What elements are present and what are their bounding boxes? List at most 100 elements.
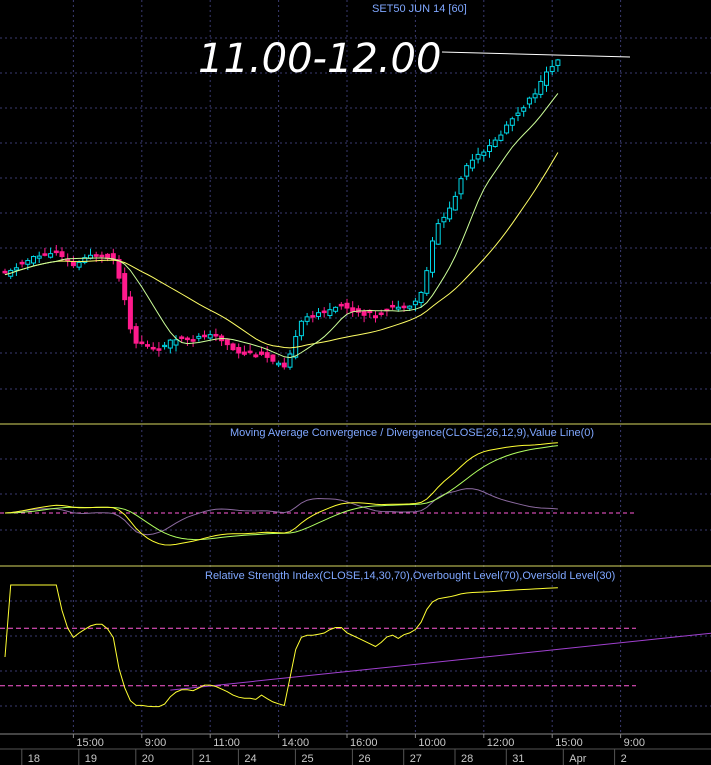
candle-body: [401, 305, 407, 309]
symbol-title: SET50 JUN 14 [60]: [372, 3, 467, 15]
candle-body: [555, 59, 561, 66]
candle: [127, 291, 133, 334]
date-tick-label: 24: [244, 753, 256, 765]
candle-body: [361, 310, 367, 316]
candle: [116, 255, 122, 282]
rsi-panel-label: Relative Strength Index(CLOSE,14,30,70),…: [205, 570, 615, 582]
candle-body: [116, 259, 122, 279]
candle-body: [224, 339, 230, 346]
candle-body: [435, 223, 441, 245]
date-tick-label: 21: [199, 753, 211, 765]
date-tick-label: 20: [142, 753, 154, 765]
candle-body: [259, 351, 264, 355]
candle-body: [532, 93, 538, 99]
candle-body: [504, 124, 510, 134]
time-tick-label: 9:00: [624, 737, 645, 749]
date-tick-label: 27: [410, 753, 422, 765]
candle-body: [13, 267, 19, 271]
time-tick-label: 9:00: [145, 737, 166, 749]
date-tick-label: Apr: [569, 753, 586, 765]
candle-body: [549, 66, 555, 72]
candle-body: [526, 97, 532, 105]
candle-body: [327, 309, 333, 317]
date-tick-label: 28: [461, 753, 473, 765]
candle-body: [184, 337, 190, 341]
candle-body: [321, 310, 327, 314]
candle-body: [173, 339, 179, 346]
time-tick-label: 14:00: [282, 737, 310, 749]
candle-body: [230, 343, 236, 351]
time-tick-label: 10:00: [418, 737, 446, 749]
candle-body: [464, 165, 470, 177]
candle-body: [196, 335, 202, 339]
date-tick-label: 31: [512, 753, 524, 765]
candle-body: [276, 362, 282, 366]
candle-body: [19, 261, 25, 265]
candle-body: [310, 315, 316, 318]
candle-body: [344, 302, 350, 309]
candle-body: [395, 306, 401, 310]
candle-body: [59, 251, 65, 258]
candle-body: [521, 107, 527, 112]
candle-body: [270, 354, 276, 362]
date-tick-label: 2: [621, 753, 627, 765]
candle-body: [458, 178, 464, 195]
candle-body: [53, 250, 59, 254]
candle-body: [350, 307, 356, 312]
candle-body: [469, 159, 475, 169]
candle-body: [150, 346, 156, 350]
candle-body: [31, 256, 36, 264]
chart-background: [0, 0, 711, 765]
candle-body: [122, 273, 128, 301]
candle-body: [498, 134, 504, 141]
candle-body: [36, 255, 42, 259]
candle: [430, 236, 435, 278]
candle-body: [139, 341, 145, 345]
candle-body: [515, 112, 521, 116]
candle-body: [544, 71, 549, 86]
candle-body: [304, 316, 310, 322]
time-tick-label: 16:00: [350, 737, 378, 749]
time-tick-label: 15:00: [555, 737, 583, 749]
candle: [122, 267, 128, 306]
candle-body: [441, 216, 447, 223]
candle-body: [407, 305, 413, 309]
candle-body: [373, 315, 378, 319]
candle-body: [487, 145, 492, 152]
date-tick-label: 18: [28, 753, 40, 765]
candle-body: [202, 334, 207, 338]
candle-body: [48, 253, 54, 258]
candle-body: [378, 312, 384, 316]
candle-body: [287, 353, 293, 368]
candle-body: [133, 326, 139, 344]
candle-body: [76, 261, 82, 268]
candle-body: [42, 253, 48, 256]
candle-body: [190, 339, 196, 342]
candle-body: [481, 151, 487, 156]
annotation-text: 11.00-12.00: [198, 36, 441, 82]
candle-body: [25, 260, 31, 265]
candle-body: [241, 351, 247, 355]
candle-body: [162, 344, 168, 348]
candle-body: [167, 339, 173, 349]
candle-body: [264, 352, 270, 358]
chart-canvas[interactable]: SET50 JUN 14 [60] 11.00-12.00 Moving Ave…: [0, 0, 711, 765]
candle-body: [509, 118, 515, 126]
candle-body: [418, 291, 424, 304]
candle-body: [475, 153, 481, 160]
time-tick-label: 12:00: [487, 737, 515, 749]
candle-body: [298, 320, 304, 337]
candle-body: [447, 207, 453, 220]
candle-body: [316, 312, 321, 317]
date-tick-label: 26: [358, 753, 370, 765]
candle-body: [452, 195, 458, 211]
candle: [230, 342, 236, 351]
candle-body: [156, 348, 162, 351]
candle-body: [333, 306, 339, 312]
candle-body: [179, 336, 185, 339]
date-tick-label: 19: [85, 753, 97, 765]
time-tick-label: 15:00: [76, 737, 104, 749]
candle-body: [213, 333, 219, 337]
candle-body: [281, 362, 287, 368]
candle-body: [145, 344, 150, 347]
